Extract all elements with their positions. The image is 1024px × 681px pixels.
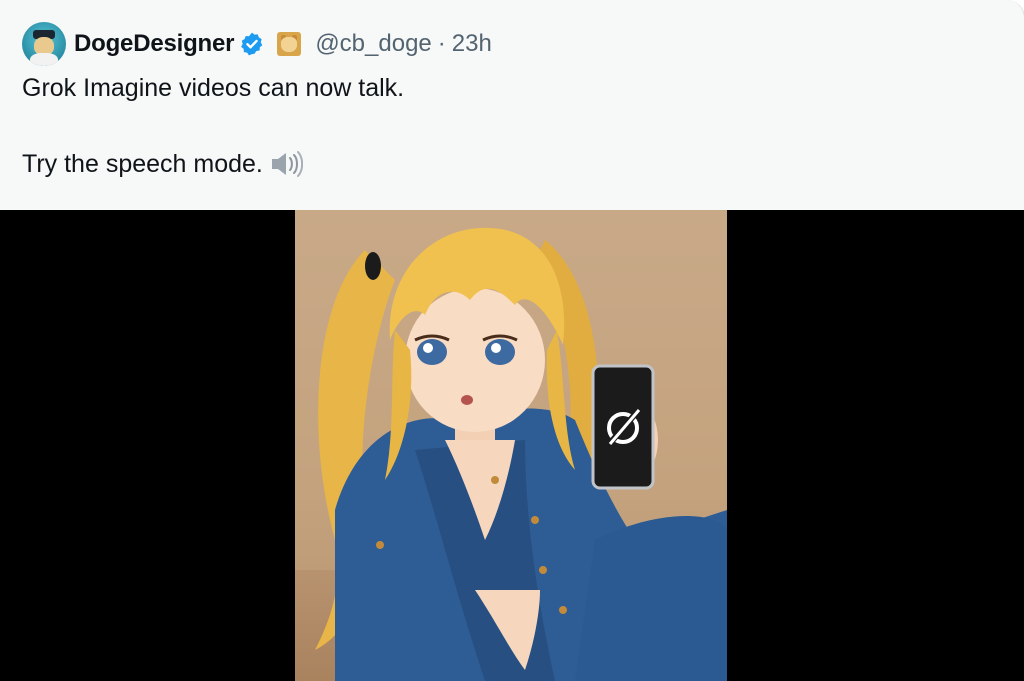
doge-badge-icon[interactable] bbox=[277, 32, 302, 56]
speaker-icon bbox=[271, 151, 303, 177]
separator-dot: · bbox=[437, 30, 446, 57]
video-player[interactable] bbox=[295, 210, 727, 681]
tweet-header: DogeDesigner @cb_doge · 23h bbox=[22, 22, 492, 66]
avatar[interactable] bbox=[22, 22, 66, 66]
tweet-text-line-2: Try the speech mode. bbox=[22, 149, 263, 178]
tweet-text-line-1: Grok Imagine videos can now talk. bbox=[22, 74, 405, 102]
tweet-card[interactable]: DogeDesigner @cb_doge · 23h Grok Imagine… bbox=[0, 0, 1024, 681]
tweet-text-line-2-container: Try the speech mode. bbox=[22, 147, 303, 181]
tweet-media[interactable] bbox=[0, 210, 1024, 681]
author-display-name[interactable]: DogeDesigner bbox=[74, 30, 235, 58]
author-handle[interactable]: @cb_doge bbox=[315, 30, 431, 58]
anime-girl-illustration bbox=[315, 227, 727, 681]
timestamp[interactable]: 23h bbox=[452, 30, 492, 58]
verified-badge-icon[interactable] bbox=[239, 31, 265, 57]
